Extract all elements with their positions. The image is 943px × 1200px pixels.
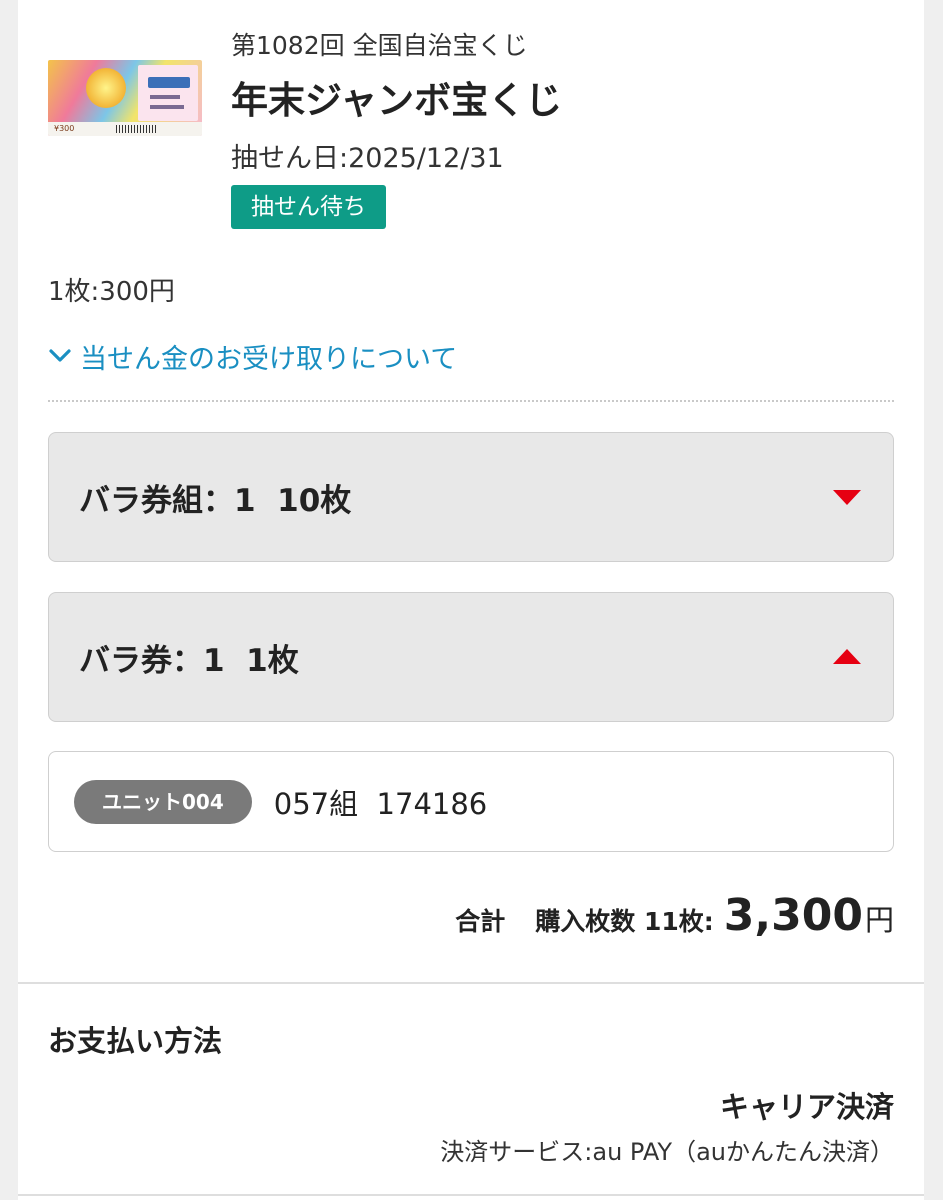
- ticket-art-panel: [138, 65, 198, 121]
- prize-receipt-link-label: 当せん金のお受け取りについて: [80, 343, 458, 375]
- divider: [48, 400, 894, 402]
- unit-badge: ユニット004: [74, 779, 252, 824]
- triangle-up-icon: [833, 649, 861, 664]
- accordion-bara[interactable]: バラ券：1 1枚: [48, 592, 894, 722]
- ticket-price-mark: ¥300: [54, 124, 75, 133]
- round-title: 第1082回 全国自治宝くじ: [231, 31, 528, 60]
- lottery-ticket-image: ¥300: [48, 60, 202, 136]
- chevron-down-icon: [49, 349, 71, 362]
- unit-price: 1枚:300円: [48, 277, 175, 307]
- total-currency: 円: [864, 903, 894, 937]
- total-count: 購入枚数 11枚:: [535, 907, 714, 936]
- accordion-bara-set[interactable]: バラ券組：1 10枚: [48, 432, 894, 562]
- accordion-label: バラ券：1 1枚: [79, 642, 299, 679]
- total-label: 合計: [455, 907, 506, 936]
- total-summary: 合計 購入枚数 11枚: 3,300 円: [455, 890, 894, 941]
- ticket-art-sun: [86, 68, 126, 108]
- barcode: [116, 125, 156, 133]
- ticket-number: 057組 174186: [273, 786, 488, 821]
- payment-method: キャリア決済: [719, 1090, 894, 1124]
- total-amount: 3,300: [723, 890, 863, 941]
- ticket-entry-row: ユニット004 057組 174186: [48, 751, 894, 852]
- accordion-label: バラ券組：1 10枚: [79, 482, 352, 519]
- status-badge: 抽せん待ち: [231, 185, 386, 229]
- prize-receipt-link[interactable]: 当せん金のお受け取りについて: [48, 336, 457, 376]
- section-divider: [18, 1194, 924, 1196]
- payment-heading: お支払い方法: [48, 1024, 223, 1058]
- payment-service: 決済サービス:au PAY（auかんたん決済）: [440, 1138, 894, 1166]
- draw-date: 抽せん日:2025/12/31: [231, 143, 504, 174]
- purchase-detail-page: ¥300 第1082回 全国自治宝くじ 年末ジャンボ宝くじ 抽せん日:2025/…: [18, 0, 924, 1200]
- section-divider: [18, 982, 924, 984]
- lottery-name: 年末ジャンボ宝くじ: [231, 79, 563, 122]
- triangle-down-icon: [833, 490, 861, 505]
